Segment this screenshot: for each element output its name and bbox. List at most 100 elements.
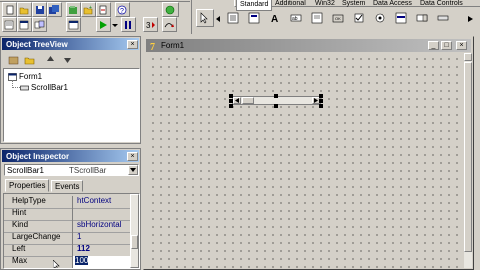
new-icon[interactable] <box>2 2 17 17</box>
palette-tab-additional[interactable]: Additional <box>272 0 309 9</box>
form-design-surface[interactable] <box>147 53 464 268</box>
minimize-button[interactable]: _ <box>428 41 439 50</box>
svg-text:3: 3 <box>146 21 151 30</box>
help-icon[interactable]: ? <box>115 2 130 17</box>
scrollbar1-left-arrow[interactable] <box>233 97 241 104</box>
pause-icon[interactable] <box>121 17 136 32</box>
tree-node-label: Form1 <box>19 72 43 81</box>
svg-text:ab: ab <box>292 16 298 22</box>
listbox-icon[interactable] <box>392 9 410 27</box>
svg-text:?: ? <box>120 8 124 15</box>
property-row-max[interactable]: Max 100 <box>4 256 139 268</box>
selection-handle[interactable] <box>274 94 278 98</box>
palette-tab-system[interactable]: System <box>339 0 368 9</box>
selection-handle[interactable] <box>274 104 278 108</box>
popupmenu-icon[interactable] <box>245 9 263 27</box>
new-form-icon[interactable] <box>66 17 81 32</box>
form-vertical-scrollbar[interactable] <box>464 53 472 268</box>
tree-node-label: ScrollBar1 <box>31 83 68 92</box>
selector-name: ScrollBar1 <box>7 165 44 175</box>
form-app-icon: 7 <box>150 42 155 51</box>
mainmenu-icon[interactable] <box>224 9 242 27</box>
tab-properties[interactable]: Properties <box>5 179 50 192</box>
treeview-title: Object TreeView <box>6 39 68 49</box>
move-down-icon[interactable] <box>60 52 75 67</box>
save-icon[interactable] <box>32 2 47 17</box>
tree-folder-icon[interactable] <box>22 52 37 67</box>
mouse-cursor-icon <box>52 259 61 268</box>
tab-label: Properties <box>9 181 46 190</box>
selection-handle[interactable] <box>319 94 323 98</box>
treeview-titlebar: Object TreeView <box>2 38 139 50</box>
scroll-up-button[interactable] <box>464 53 472 61</box>
radiobutton-icon[interactable] <box>371 9 389 27</box>
checkbox-icon[interactable] <box>350 9 368 27</box>
treeview-toolbar <box>3 51 139 67</box>
selection-handle[interactable] <box>319 99 323 103</box>
object-treeview-window: Object TreeView × Form1 ScrollBar1 <box>0 36 141 144</box>
component-palette: Standard Additional Win32 System Data Ac… <box>191 0 480 34</box>
property-value-selected: 100 <box>75 256 89 265</box>
svg-text:7: 7 <box>150 42 155 51</box>
form-titlebar: 7 Form1 <box>146 39 471 52</box>
maximize-button[interactable]: □ <box>441 41 452 50</box>
save-all-icon[interactable] <box>47 2 62 17</box>
toggle-form-unit-icon[interactable] <box>32 17 47 32</box>
form1-window: 7 Form1 _ □ × <box>143 36 474 270</box>
select-pointer-icon[interactable] <box>196 9 214 27</box>
property-grid: HelpType htContext Hint Kind sbHorizonta… <box>3 193 140 269</box>
property-scroll-thumb[interactable] <box>131 235 138 249</box>
tab-label: Events <box>55 181 80 191</box>
open-project-icon[interactable] <box>66 2 81 17</box>
selector-dropdown-icon[interactable] <box>128 165 138 175</box>
combobox-icon[interactable] <box>413 9 431 27</box>
palette-tab-data-access[interactable]: Data Access <box>370 0 415 9</box>
remove-file-icon[interactable] <box>96 2 111 17</box>
svg-text:OK: OK <box>335 16 341 21</box>
close-button[interactable]: × <box>456 41 467 50</box>
selection-handle[interactable] <box>229 94 233 98</box>
run-icon[interactable] <box>96 17 111 32</box>
scrollbar-component-icon <box>20 85 29 90</box>
scrollbar1-thumb[interactable] <box>242 97 254 104</box>
tree-panel: Form1 ScrollBar1 <box>3 68 140 142</box>
tree-node-scrollbar1[interactable]: ScrollBar1 <box>20 83 68 92</box>
selector-type: TScrollBar <box>69 165 107 175</box>
step-over-icon[interactable] <box>162 17 177 32</box>
palette-scroll-left-icon[interactable] <box>216 15 221 22</box>
property-scrollbar[interactable] <box>130 194 139 268</box>
button-icon[interactable]: OK <box>329 9 347 27</box>
tab-events[interactable]: Events <box>51 180 84 192</box>
component-icon[interactable] <box>162 2 179 17</box>
property-name: LargeChange <box>4 232 73 244</box>
scrollbar-icon[interactable] <box>434 9 452 27</box>
move-up-icon[interactable] <box>43 52 58 67</box>
inspector-titlebar: Object Inspector <box>2 150 139 162</box>
selection-handle[interactable] <box>319 104 323 108</box>
svg-text:+: + <box>89 5 92 11</box>
open-icon[interactable] <box>17 2 32 17</box>
treeview-close-button[interactable]: × <box>127 40 138 49</box>
run-dropdown-icon[interactable] <box>111 17 119 32</box>
view-form-icon[interactable] <box>17 17 32 32</box>
tree-node-form1[interactable]: Form1 <box>8 72 42 81</box>
property-name: Left <box>4 244 73 256</box>
label-icon[interactable]: A <box>266 9 284 27</box>
property-name: Kind <box>4 220 73 232</box>
palette-scroll-right-icon[interactable] <box>468 15 473 22</box>
add-file-icon[interactable]: + <box>81 2 96 17</box>
inspector-tabs: Properties Events <box>4 179 139 192</box>
view-unit-icon[interactable] <box>2 17 17 32</box>
tree-view-icon[interactable] <box>6 52 21 67</box>
inspector-close-button[interactable]: × <box>127 152 138 161</box>
memo-icon[interactable] <box>308 9 326 27</box>
component-selector[interactable]: ScrollBar1 TScrollBar <box>4 164 139 176</box>
edit-icon[interactable]: ab <box>287 9 305 27</box>
step-into-icon[interactable]: 3 <box>143 17 158 32</box>
palette-tab-win32[interactable]: Win32 <box>312 0 338 9</box>
selection-handle[interactable] <box>229 104 233 108</box>
palette-tab-data-controls[interactable]: Data Controls <box>417 0 466 9</box>
object-inspector-window: Object Inspector × ScrollBar1 TScrollBar… <box>0 148 141 270</box>
scroll-thumb[interactable] <box>464 62 472 252</box>
selection-handle[interactable] <box>229 99 233 103</box>
